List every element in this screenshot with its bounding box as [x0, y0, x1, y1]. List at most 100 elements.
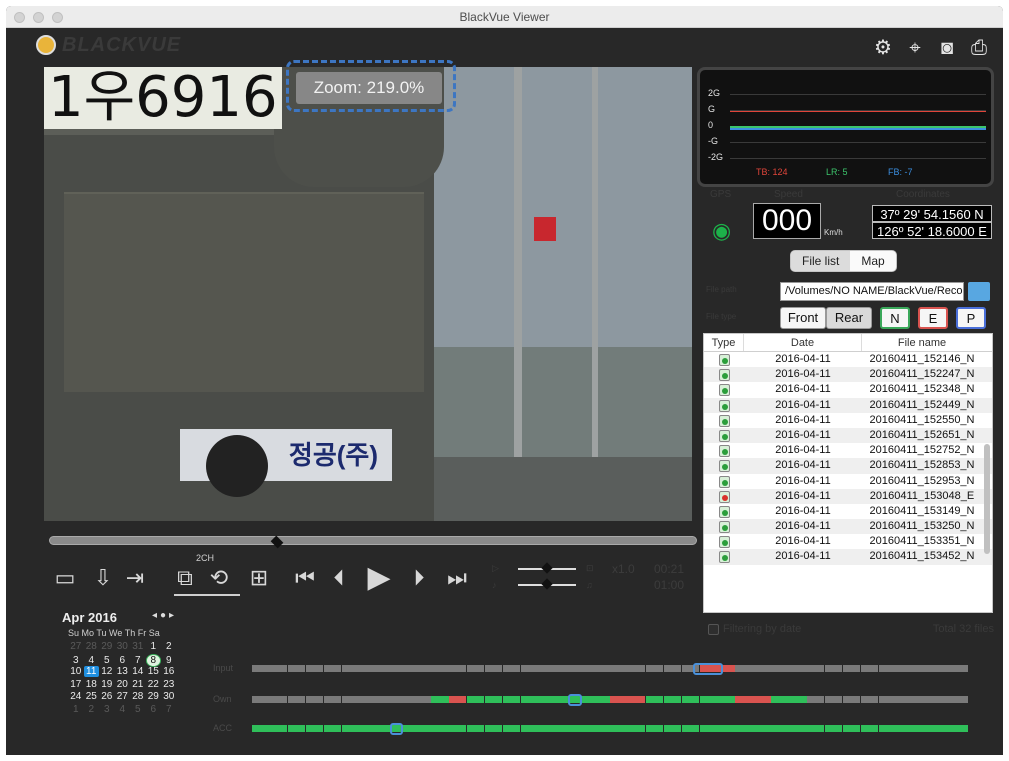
timeline-segment[interactable] [914, 696, 932, 703]
calendar-day[interactable]: 3 [68, 655, 84, 666]
timeline-segment[interactable] [950, 696, 968, 703]
timeline-segment[interactable] [735, 725, 753, 732]
timeline-segment[interactable] [824, 696, 843, 703]
calendar-day[interactable]: 1 [68, 704, 84, 715]
timeline-segment[interactable] [753, 665, 771, 672]
timeline-segment[interactable] [341, 665, 359, 672]
calendar-day[interactable]: 5 [130, 704, 146, 715]
timeline-segment[interactable] [323, 725, 342, 732]
timeline-segment[interactable] [824, 725, 843, 732]
timeline-segment[interactable] [377, 696, 395, 703]
timeline-segment[interactable] [860, 696, 879, 703]
timeline-segment[interactable] [431, 696, 449, 703]
timeline-segment[interactable] [484, 696, 503, 703]
timeline-segment[interactable] [520, 665, 538, 672]
timeline-segment[interactable] [466, 665, 485, 672]
timeline-segment[interactable] [645, 725, 664, 732]
play-icon[interactable]: ▶ [362, 563, 396, 593]
timeline-segment[interactable] [395, 696, 413, 703]
timeline-segment[interactable] [305, 725, 324, 732]
timeline-segment[interactable] [950, 665, 968, 672]
timeline-segment[interactable] [645, 665, 664, 672]
timeline-segment[interactable] [717, 696, 735, 703]
calendar-day[interactable]: 5 [99, 655, 115, 666]
swap-camera-icon[interactable]: ⟲ [206, 566, 232, 590]
folder-icon[interactable] [968, 282, 990, 301]
calendar-day[interactable]: 30 [115, 641, 131, 652]
previous-file-icon[interactable]: ⏮ [288, 566, 322, 590]
timeline-segment[interactable] [627, 696, 646, 703]
table-row[interactable]: 2016-04-11 20160411_152651_N [704, 427, 992, 444]
timeline-segment[interactable] [413, 665, 431, 672]
calendar-day[interactable]: 15 [146, 666, 162, 677]
timeline-segment[interactable] [878, 696, 896, 703]
timeline-segment[interactable] [431, 725, 449, 732]
timeline-segment[interactable] [699, 696, 717, 703]
timeline-segment[interactable] [610, 725, 628, 732]
print-icon[interactable]: ⎙ [967, 36, 991, 60]
timeline-segment[interactable] [448, 725, 467, 732]
table-row[interactable]: 2016-04-11 20160411_152348_N [704, 382, 992, 397]
table-row[interactable]: 2016-04-11 20160411_153149_N [704, 504, 992, 519]
calendar-day[interactable]: 2 [161, 641, 177, 652]
timeline-segment[interactable] [574, 665, 592, 672]
table-scrollbar[interactable] [984, 444, 990, 554]
calendar-day[interactable]: 8 [145, 653, 161, 667]
timeline-segment[interactable] [789, 665, 807, 672]
timeline-segment[interactable] [592, 665, 610, 672]
timeline-segment[interactable] [502, 665, 521, 672]
calendar-day[interactable]: 6 [146, 704, 162, 715]
calendar-day[interactable]: 16 [161, 666, 177, 677]
table-row[interactable]: 2016-04-11 20160411_152449_N [704, 397, 992, 413]
parking-filter-button[interactable]: P [956, 307, 986, 329]
timeline-segment[interactable] [484, 665, 503, 672]
timeline-segment[interactable] [878, 665, 896, 672]
column-date[interactable]: Date [744, 334, 862, 351]
timeline-segment[interactable] [323, 696, 342, 703]
timeline-segment[interactable] [771, 696, 789, 703]
timeline-segment[interactable] [663, 725, 682, 732]
timeline-segment[interactable] [448, 665, 467, 672]
timeline-segment[interactable] [287, 696, 306, 703]
timeline-segment[interactable] [502, 696, 521, 703]
timeline-segment[interactable] [520, 696, 538, 703]
timeline-segment[interactable] [287, 725, 306, 732]
timeline-segment[interactable] [359, 665, 377, 672]
calendar-day[interactable]: 30 [161, 691, 177, 702]
calendar-day[interactable]: 19 [99, 679, 115, 690]
calendar-day[interactable]: 27 [115, 691, 131, 702]
table-row[interactable]: 2016-04-11 20160411_152146_N [704, 352, 992, 367]
volume-handle[interactable] [541, 578, 553, 590]
timeline-segment[interactable] [645, 696, 664, 703]
timeline-segment[interactable] [663, 696, 682, 703]
timeline-segment[interactable] [413, 725, 431, 732]
calendar-day[interactable]: 20 [115, 679, 131, 690]
calendar-day[interactable]: 28 [130, 691, 146, 702]
column-type[interactable]: Type [704, 334, 744, 351]
table-row[interactable]: 2016-04-11 20160411_152752_N [704, 443, 992, 458]
timeline-segment[interactable] [663, 665, 682, 672]
download-icon[interactable]: ⇩ [90, 566, 116, 590]
table-row[interactable]: 2016-04-11 20160411_152550_N [704, 413, 992, 428]
previous-frame-icon[interactable]: ⏴ [326, 566, 352, 590]
table-row[interactable]: 2016-04-11 20160411_153351_N [704, 534, 992, 549]
playback-speed-handle[interactable] [541, 562, 553, 574]
timeline-segment[interactable] [681, 725, 700, 732]
timeline-segment[interactable] [269, 665, 288, 672]
timeline-segment[interactable] [484, 725, 503, 732]
calendar-day[interactable]: 2 [84, 704, 100, 715]
timeline-segment[interactable] [842, 725, 861, 732]
filter-checkbox[interactable] [708, 623, 719, 635]
timeline-segment[interactable] [520, 725, 538, 732]
calendar-day[interactable]: 29 [99, 641, 115, 652]
timeline-segment[interactable] [395, 665, 413, 672]
calendar-day[interactable]: 28 [84, 641, 100, 652]
timeline-segment[interactable] [753, 696, 771, 703]
timeline-segment[interactable] [735, 665, 753, 672]
table-row[interactable]: 2016-04-11 20160411_152853_N [704, 458, 992, 474]
calendar-day[interactable]: 12 [99, 666, 115, 677]
calendar-day[interactable]: 10 [68, 666, 84, 677]
timeline-segment[interactable] [538, 696, 556, 703]
timeline-segment[interactable] [950, 725, 968, 732]
timeline-segment[interactable] [717, 725, 735, 732]
